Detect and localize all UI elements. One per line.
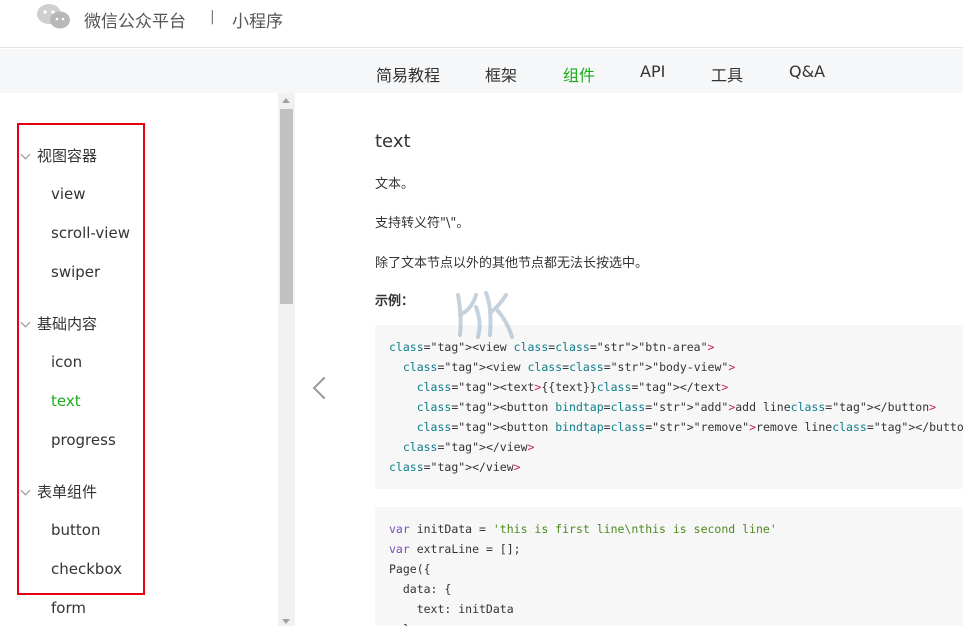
code-line: class="tag"><view class=class="str">"bod… xyxy=(402,360,736,374)
product-title[interactable]: 小程序 xyxy=(232,7,283,32)
code-line: text: initData xyxy=(389,602,514,616)
top-header: 微信公众平台 | 小程序 xyxy=(0,0,963,48)
sidebar-item-swiper[interactable]: swiper xyxy=(51,263,100,281)
page-title: text xyxy=(375,131,411,152)
sidebar-item-text[interactable]: text xyxy=(51,392,81,410)
chevron-down-icon xyxy=(20,485,31,496)
code-line: Page({ xyxy=(389,562,431,576)
chevron-down-icon xyxy=(20,317,31,328)
description-paragraph: 支持转义符"\"。 xyxy=(375,216,470,231)
code-line: }, xyxy=(389,619,961,626)
code-line: data: { xyxy=(389,582,452,596)
sidebar: 视图容器 view scroll-view swiper 基础内容 icon t… xyxy=(0,93,296,626)
sidebar-group-label: 表单组件 xyxy=(37,483,98,501)
main-content: text 文本。 支持转义符"\"。 除了文本节点以外的其他节点都无法长按选中。… xyxy=(296,93,963,626)
sidebar-item-button[interactable]: button xyxy=(51,521,100,539)
code-line: class="tag"><text>{{text}}class="tag"></… xyxy=(416,380,729,394)
sidebar-item-view[interactable]: view xyxy=(51,185,86,203)
description-paragraph: 文本。 xyxy=(375,177,415,192)
watermark-logo xyxy=(456,291,514,339)
main-nav: 简易教程 框架 组件 API 工具 Q&A xyxy=(0,49,963,93)
nav-components[interactable]: 组件 xyxy=(563,62,595,86)
code-line: var extraLine = []; xyxy=(389,542,521,556)
sidebar-item-checkbox[interactable]: checkbox xyxy=(51,560,122,578)
example-label: 示例： xyxy=(375,294,415,309)
code-line: class="tag"><button bindtap=class="str">… xyxy=(416,400,937,414)
sidebar-item-progress[interactable]: progress xyxy=(51,431,116,449)
nav-qa[interactable]: Q&A xyxy=(789,62,825,81)
sidebar-scrollbar[interactable] xyxy=(278,93,295,626)
wechat-logo-icon[interactable] xyxy=(36,2,72,32)
sidebar-group-basic-content[interactable]: 基础内容 xyxy=(20,313,98,334)
scroll-thumb[interactable] xyxy=(280,109,293,304)
description-paragraph: 除了文本节点以外的其他节点都无法长按选中。 xyxy=(375,256,649,271)
sidebar-group-label: 视图容器 xyxy=(37,147,98,165)
code-line: var initData = 'this is first line\nthis… xyxy=(389,522,777,536)
code-line: class="tag"></view> xyxy=(402,440,535,454)
sidebar-group-label: 基础内容 xyxy=(37,315,98,333)
chevron-down-icon xyxy=(20,149,31,160)
chevron-left-icon[interactable] xyxy=(312,376,336,400)
header-separator: | xyxy=(210,9,215,25)
code-block-js: var initData = 'this is first line\nthis… xyxy=(375,507,963,626)
code-block-wxml: class="tag"><view class=class="str">"btn… xyxy=(375,325,963,489)
nav-api[interactable]: API xyxy=(640,62,665,81)
scroll-down-arrow-icon[interactable] xyxy=(282,619,290,624)
code-line: class="tag"></view> xyxy=(389,460,521,474)
nav-tutorial[interactable]: 简易教程 xyxy=(376,62,440,86)
sidebar-group-form-components[interactable]: 表单组件 xyxy=(20,481,98,502)
sidebar-item-form[interactable]: form xyxy=(51,599,86,617)
nav-framework[interactable]: 框架 xyxy=(485,62,517,86)
brand-title[interactable]: 微信公众平台 xyxy=(84,7,186,32)
scroll-up-arrow-icon[interactable] xyxy=(282,98,290,103)
sidebar-group-view-containers[interactable]: 视图容器 xyxy=(20,145,98,166)
nav-tools[interactable]: 工具 xyxy=(711,62,743,86)
sidebar-item-icon[interactable]: icon xyxy=(51,353,82,371)
sidebar-item-scroll-view[interactable]: scroll-view xyxy=(51,224,130,242)
code-line: class="tag"><button bindtap=class="str">… xyxy=(416,420,963,434)
